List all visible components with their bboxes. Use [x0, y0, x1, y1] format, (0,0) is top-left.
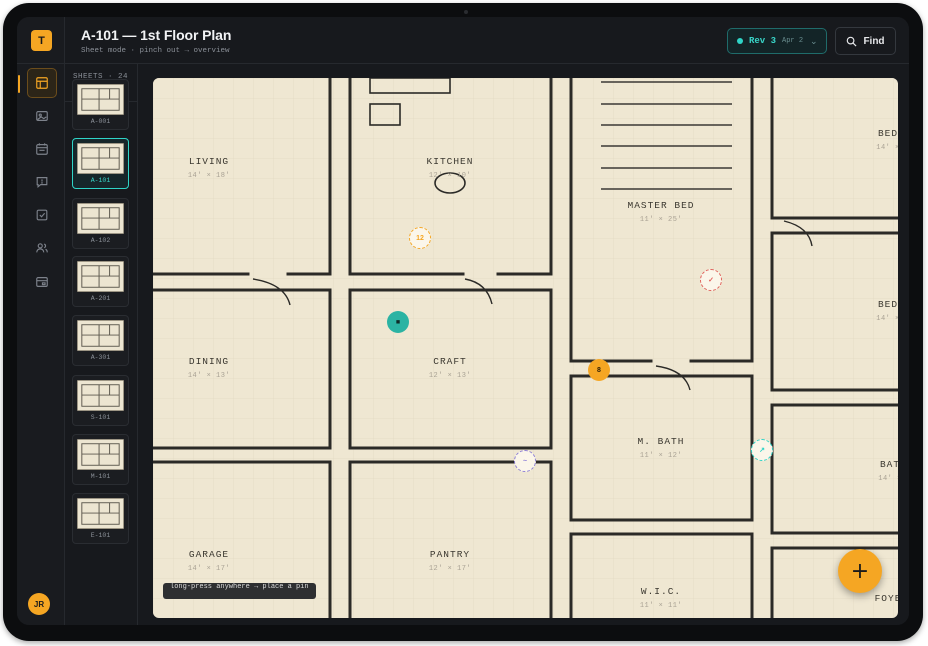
room-dimensions: 11' × 12' [639, 452, 683, 460]
users-icon [36, 243, 48, 253]
floor-plan-drawing [153, 78, 898, 618]
room-name: KITCHEN [426, 156, 474, 167]
app-screen: T JR A-101 — 1st Floor Plan Sheet mode ·… [17, 17, 909, 625]
plan-pin[interactable]: ↗ [751, 439, 773, 461]
sheet-preview [77, 380, 124, 411]
plan-pin[interactable]: ~ [514, 450, 536, 472]
add-pin-button[interactable]: + [838, 549, 882, 593]
room-name: GARAGE [188, 549, 230, 560]
sheet-code: A-301 [90, 354, 111, 361]
pin-hint: long-press anywhere → place a pin [163, 583, 316, 599]
room-dimensions: 12' × 13' [428, 372, 472, 380]
floor-plan[interactable]: LIVING 14' × 18' KITCHEN 12' × 10' MASTER BE… [153, 78, 898, 618]
calendar-icon [36, 143, 48, 155]
room-name: BAT [879, 459, 898, 470]
plan-pin[interactable]: 8 [588, 359, 610, 381]
room-dimensions: 14' × [876, 144, 898, 152]
sheet-code: A-001 [90, 118, 111, 125]
room-name: BED [877, 128, 898, 139]
page-title: A-101 — 1st Floor Plan [81, 27, 232, 43]
sheet-preview [77, 143, 124, 174]
rail-schedule-button[interactable] [27, 134, 57, 164]
find-label: Find [863, 35, 885, 47]
app-logo[interactable]: T [31, 30, 52, 51]
layout-icon [36, 77, 48, 89]
sheet-thumbnail[interactable]: E-101 [72, 493, 129, 544]
room-name: BED [877, 299, 898, 310]
sheet-thumbnail[interactable]: A-201 [72, 256, 129, 307]
plan-pin[interactable]: ✓ [700, 269, 722, 291]
sheet-preview [77, 261, 124, 292]
sheet-thumbnail[interactable]: A-001 [72, 79, 129, 130]
room-name: W.I.C. [640, 586, 682, 597]
rail-billing-button[interactable] [27, 267, 57, 297]
room-name: CRAFT [433, 356, 467, 367]
room-name: M. BATH [637, 436, 685, 447]
tablet-frame: T JR A-101 — 1st Floor Plan Sheet mode ·… [3, 3, 923, 641]
sheet-preview [77, 498, 124, 529]
room-dimensions: 12' × 10' [428, 172, 472, 180]
room-name: PANTRY [429, 549, 471, 560]
sheet-code: A-101 [90, 177, 111, 184]
camera-dot [464, 10, 468, 14]
revision-label: Rev 3 [749, 36, 777, 46]
message-icon [36, 177, 48, 189]
room-name: FOYE [874, 593, 898, 604]
room-dimensions: 14' × 18' [187, 172, 231, 180]
rail-photos-button[interactable] [27, 101, 57, 131]
sheet-thumbnail[interactable]: A-101 [72, 138, 129, 189]
user-avatar[interactable]: JR [28, 593, 50, 615]
sheet-code: A-102 [90, 237, 111, 244]
plan-pin[interactable]: 12 [409, 227, 431, 249]
sheet-thumbnail[interactable]: S-101 [72, 375, 129, 426]
status-dot-icon [737, 38, 743, 44]
room-dimensions: 14' × [876, 315, 898, 323]
sheet-thumbnail[interactable]: A-301 [72, 315, 129, 366]
sheet-thumbnail[interactable]: M-101 [72, 434, 129, 485]
card-icon [36, 277, 48, 287]
rail-sheets-button[interactable] [18, 68, 57, 98]
sheets-panel: SHEETS · 24 A-001 A-101 A-102 A-201 A-301 S-1… [65, 64, 138, 625]
rail-team-button[interactable] [27, 233, 57, 263]
revision-dropdown[interactable]: Rev 3 Apr 2 ⌄ [727, 28, 827, 54]
room-dimensions: 14' × 17' [187, 565, 231, 573]
room-dimensions: 11' × 25' [639, 216, 683, 224]
sheet-preview [77, 439, 124, 470]
sheet-code: S-101 [90, 414, 111, 421]
sheet-code: E-101 [90, 532, 111, 539]
room-dimensions: 11' × 11' [639, 602, 683, 610]
sheet-thumbnail[interactable]: A-102 [72, 198, 129, 249]
rail-tasks-button[interactable] [27, 200, 57, 230]
sheet-code: A-201 [90, 295, 111, 302]
sheet-preview [77, 84, 124, 115]
room-name: LIVING [188, 156, 230, 167]
chevron-down-icon: ⌄ [810, 35, 818, 46]
room-dimensions: 14' × 13' [187, 372, 231, 380]
revision-date: Apr 2 [782, 37, 804, 45]
image-icon [36, 111, 48, 121]
room-name: DINING [188, 356, 230, 367]
checkbox-icon [36, 209, 48, 221]
room-name: MASTER BED [627, 200, 695, 211]
room-dimensions: 14' × [878, 475, 898, 483]
rail-divider [17, 63, 65, 64]
sheet-preview [77, 320, 124, 351]
page-subtitle: Sheet mode · pinch out → overview [81, 47, 230, 55]
rail-comments-button[interactable] [27, 167, 57, 197]
find-button[interactable]: Find [835, 27, 896, 55]
sheet-code: M-101 [90, 473, 111, 480]
top-header: A-101 — 1st Floor Plan Sheet mode · pinc… [65, 17, 909, 64]
plan-pin[interactable]: ■ [387, 311, 409, 333]
plan-canvas[interactable]: LIVING 14' × 18' KITCHEN 12' × 10' MASTER BE… [138, 64, 909, 625]
nav-rail: T JR [17, 17, 65, 625]
room-dimensions: 12' × 17' [428, 565, 472, 573]
sheet-preview [77, 203, 124, 234]
search-icon [847, 36, 857, 47]
